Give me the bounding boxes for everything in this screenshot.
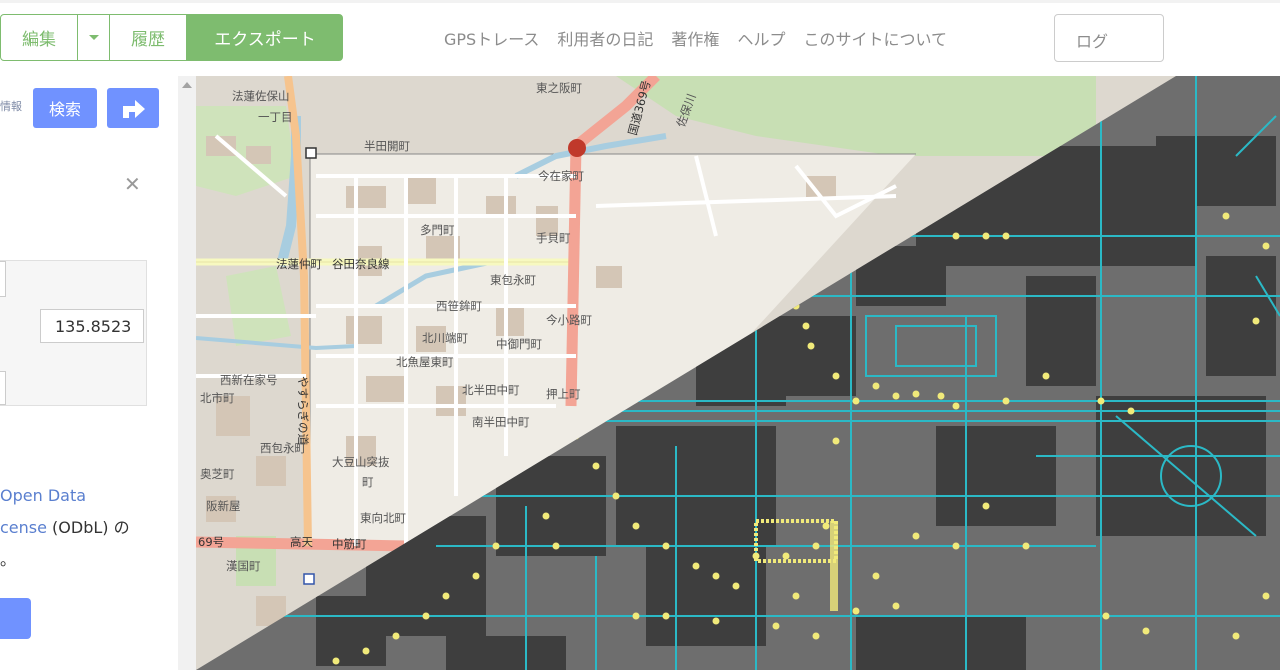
- attribution-end: 。: [0, 550, 17, 569]
- top-border: [0, 0, 1280, 3]
- license-link[interactable]: cense: [0, 518, 47, 537]
- open-data-link[interactable]: Open Data: [0, 486, 86, 505]
- edit-dropdown-button[interactable]: [78, 14, 110, 61]
- nav-about[interactable]: このサイトについて: [803, 26, 947, 50]
- login-button[interactable]: ログ: [1054, 14, 1164, 62]
- edit-button-group: 編集 履歴 エクスポート: [0, 14, 343, 61]
- history-button[interactable]: 履歴: [110, 14, 187, 61]
- license-attribution: Open Data cense (ODbL) の 。: [0, 480, 130, 576]
- directions-button[interactable]: [107, 88, 159, 128]
- chevron-down-icon: [88, 35, 99, 40]
- north-latitude-input[interactable]: [0, 261, 6, 297]
- primary-nav: GPSトレース 利用者の日記 著作権 ヘルプ このサイトについて: [444, 26, 947, 50]
- export-sidebar: 情報 検索 ✕ 135.8523 Open Data cense (ODbL) …: [0, 76, 178, 670]
- map-view[interactable]: 法蓮佐保山 一丁目 東之阪町 半田開町 今在家町 多門町 手貝町 法蓮仲町 谷田…: [196, 76, 1280, 670]
- scroll-up-arrow-icon[interactable]: [182, 82, 192, 88]
- license-text: (ODbL) の: [46, 518, 130, 537]
- osm-data-layer: [196, 76, 1280, 670]
- south-latitude-input[interactable]: [0, 371, 6, 405]
- nav-gps-traces[interactable]: GPSトレース: [444, 26, 539, 50]
- nav-user-diaries[interactable]: 利用者の日記: [557, 26, 653, 50]
- search-button[interactable]: 検索: [33, 88, 97, 128]
- info-link[interactable]: 情報: [0, 98, 22, 114]
- export-button[interactable]: [0, 598, 31, 639]
- bounding-box-coordinates: 135.8523: [0, 260, 147, 406]
- east-longitude-input[interactable]: 135.8523: [40, 309, 144, 343]
- top-navigation-bar: 編集 履歴 エクスポート GPSトレース 利用者の日記 著作権 ヘルプ このサイ…: [0, 0, 1280, 76]
- directions-arrow-icon: [123, 100, 145, 118]
- nav-help[interactable]: ヘルプ: [737, 26, 785, 50]
- edit-button[interactable]: 編集: [0, 14, 78, 61]
- sidebar-scrollbar[interactable]: [178, 76, 196, 670]
- export-tab-button[interactable]: エクスポート: [187, 14, 343, 61]
- close-icon[interactable]: ✕: [124, 172, 141, 196]
- nav-copyright[interactable]: 著作権: [671, 26, 719, 50]
